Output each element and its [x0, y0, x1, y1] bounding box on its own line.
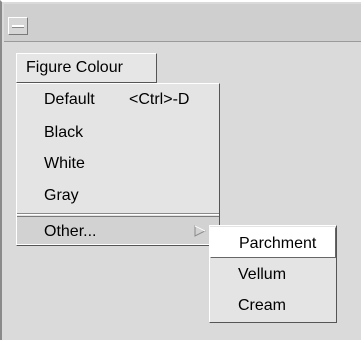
window-menu-icon [12, 25, 24, 28]
menu-item-black[interactable]: Black [17, 117, 219, 149]
menu-item-label: Other... [44, 223, 97, 240]
figure-colour-menu: Default <Ctrl>-D Black White Gray Other.… [16, 83, 220, 246]
submenu-item-label: Parchment [239, 235, 317, 252]
menu-separator [17, 213, 219, 215]
submenu-arrow-icon [194, 225, 206, 237]
submenu-item-vellum[interactable]: Vellum [210, 259, 336, 290]
submenu-item-label: Vellum [238, 266, 287, 283]
menu-item-white[interactable]: White [17, 148, 219, 180]
submenu-item-parchment[interactable]: Parchment [210, 227, 336, 258]
figure-colour-menu-button[interactable]: Figure Colour [16, 53, 157, 83]
menu-item-gray[interactable]: Gray [17, 180, 219, 212]
title-bar [4, 4, 361, 42]
menu-item-default[interactable]: Default <Ctrl>-D [17, 84, 219, 116]
other-colours-submenu: Parchment Vellum Cream [209, 225, 337, 323]
menu-item-accelerator: <Ctrl>-D [129, 91, 190, 108]
menu-item-other[interactable]: Other... [17, 216, 219, 245]
menu-item-label: Gray [44, 187, 79, 204]
window-menu-button[interactable] [8, 17, 28, 35]
submenu-item-cream[interactable]: Cream [210, 290, 336, 321]
menu-item-label: Black [44, 124, 84, 141]
application-window: Figure Colour Default <Ctrl>-D Black Whi… [0, 0, 361, 340]
menu-item-label: Default [44, 91, 95, 108]
menu-item-label: White [44, 155, 85, 172]
submenu-item-label: Cream [238, 297, 287, 314]
